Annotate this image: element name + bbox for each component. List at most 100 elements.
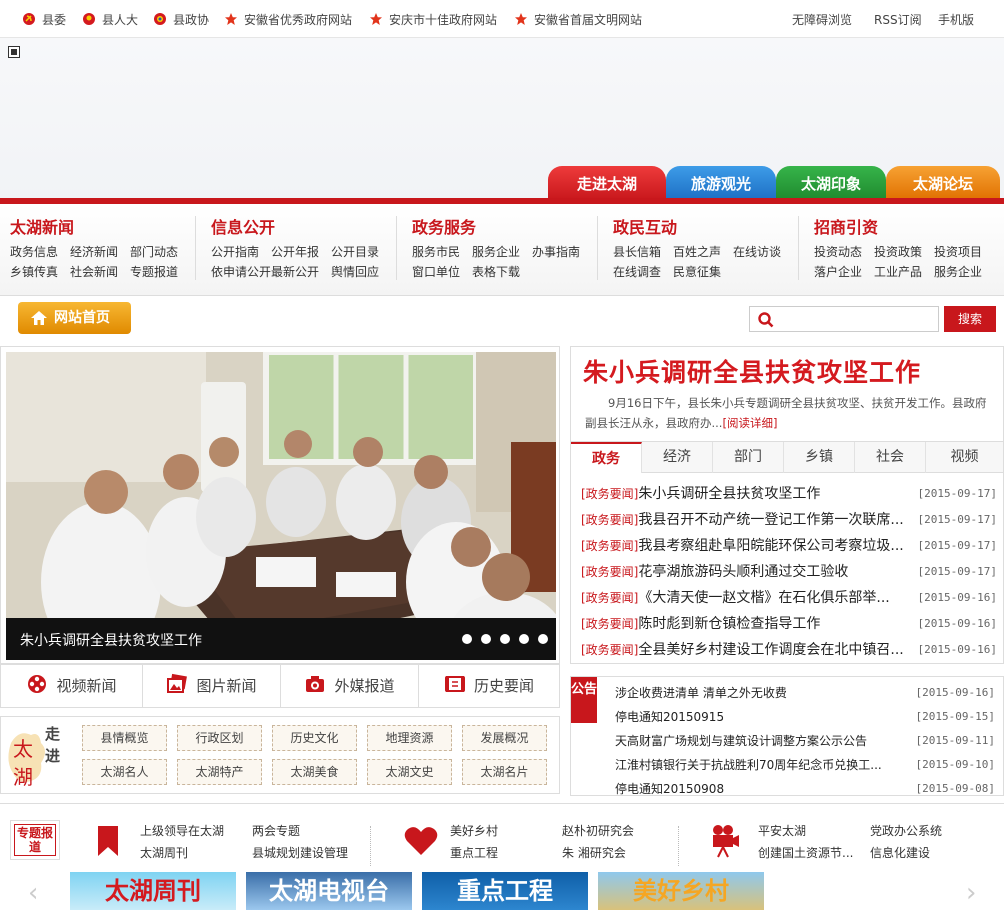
banner-tab-forum[interactable]: 太湖论坛: [886, 166, 1000, 200]
nav-group-title[interactable]: 政务服务: [412, 214, 602, 238]
read-more-link[interactable]: [阅读详细]: [722, 416, 777, 430]
notice-item[interactable]: 江淮村镇银行关于抗战胜利70周年纪念币兑换工... [2015-09-10]: [615, 753, 995, 777]
accessibility-link[interactable]: 无障碍浏览: [792, 11, 852, 28]
photo-caption[interactable]: 朱小兵调研全县扶贫攻坚工作: [20, 630, 202, 650]
news-title[interactable]: 朱小兵调研全县扶贫攻坚工作: [638, 486, 820, 502]
intro-link[interactable]: 太湖名片: [462, 759, 547, 785]
slider-dot[interactable]: [462, 634, 472, 644]
intro-link[interactable]: 行政区划: [177, 725, 262, 751]
special-link[interactable]: 党政办公系统: [870, 822, 942, 839]
special-link[interactable]: 信息化建设: [870, 844, 930, 861]
nav-link[interactable]: 表格下载: [472, 262, 532, 282]
nav-group-title[interactable]: 信息公开: [211, 214, 401, 238]
news-item[interactable]: [政务要闻]朱小兵调研全县扶贫攻坚工作 [2015-09-17]: [581, 481, 997, 507]
nav-link[interactable]: 公开指南: [211, 242, 271, 262]
carousel-prev-arrow[interactable]: ‹: [28, 878, 38, 908]
topbar-link-npc[interactable]: 县人大: [82, 11, 138, 28]
nav-link[interactable]: 在线访谈: [733, 242, 793, 262]
nav-group-title[interactable]: 太湖新闻: [10, 214, 200, 238]
banner-tab-explore[interactable]: 走进太湖: [548, 166, 666, 200]
nav-link[interactable]: 舆情回应: [331, 262, 391, 282]
topbar-link-cppcc[interactable]: 县政协: [153, 11, 209, 28]
nav-link[interactable]: 依申请公开: [211, 262, 271, 282]
slider-dot[interactable]: [500, 634, 510, 644]
nav-link[interactable]: 专题报道: [130, 262, 190, 282]
news-item[interactable]: [政务要闻]我县考察组赴阜阳皖能环保公司考察垃圾... [2015-09-17]: [581, 533, 997, 559]
news-item[interactable]: [政务要闻]我县召开不动产统一登记工作第一次联席... [2015-09-17]: [581, 507, 997, 533]
notice-item[interactable]: 涉企收费进清单 清单之外无收费 [2015-09-16]: [615, 681, 995, 705]
notice-title[interactable]: 停电通知20150915: [615, 710, 724, 724]
intro-link[interactable]: 发展概况: [462, 725, 547, 751]
news-item[interactable]: [政务要闻]《大清天使一赵文楷》在石化俱乐部举... [2015-09-16]: [581, 585, 997, 611]
nav-link[interactable]: 公开目录: [331, 242, 391, 262]
slider-dot[interactable]: [519, 634, 529, 644]
topbar-link-award2[interactable]: 安庆市十佳政府网站: [369, 11, 497, 28]
intro-link[interactable]: 县情概览: [82, 725, 167, 751]
banner-tab-tourism[interactable]: 旅游观光: [666, 166, 776, 200]
special-link[interactable]: 县城规划建设管理: [252, 844, 348, 861]
news-photo[interactable]: [6, 352, 556, 660]
tab-towns[interactable]: 乡镇: [784, 442, 855, 473]
rss-link[interactable]: RSS订阅: [874, 11, 922, 28]
nav-link[interactable]: 民意征集: [673, 262, 733, 282]
topbar-link-award1[interactable]: 安徽省优秀政府网站: [224, 11, 352, 28]
banner-tab-impression[interactable]: 太湖印象: [776, 166, 886, 200]
nav-group-title[interactable]: 招商引资: [814, 214, 1004, 238]
banner-tv[interactable]: 太湖电视台: [246, 872, 412, 910]
tab-video[interactable]: 视频: [926, 442, 1003, 473]
search-input[interactable]: [778, 309, 936, 329]
tab-economy[interactable]: 经济: [642, 442, 713, 473]
foreign-media-button[interactable]: 外媒报道: [281, 665, 419, 707]
banner-beautiful-village[interactable]: 美好乡村: [598, 872, 764, 910]
nav-link[interactable]: 百姓之声: [673, 242, 733, 262]
tab-politics[interactable]: 政务: [571, 442, 642, 473]
nav-link[interactable]: 投资项目: [934, 242, 994, 262]
nav-link[interactable]: 乡镇传真: [10, 262, 70, 282]
notice-title[interactable]: 天高财富广场规划与建筑设计调整方案公示公告: [615, 734, 867, 748]
nav-link[interactable]: 政务信息: [10, 242, 70, 262]
nav-link[interactable]: 投资动态: [814, 242, 874, 262]
nav-link[interactable]: 投资政策: [874, 242, 934, 262]
special-link[interactable]: 美好乡村: [450, 822, 498, 839]
special-link[interactable]: 太湖周刊: [140, 844, 188, 861]
notice-item[interactable]: 停电通知20150908 [2015-09-08]: [615, 777, 995, 795]
news-title[interactable]: 我县考察组赴阜阳皖能环保公司考察垃圾...: [638, 538, 903, 554]
nav-link[interactable]: 在线调查: [613, 262, 673, 282]
notice-title[interactable]: 涉企收费进清单 清单之外无收费: [615, 686, 787, 700]
intro-link[interactable]: 太湖文史: [367, 759, 452, 785]
notice-title[interactable]: 停电通知20150908: [615, 782, 724, 795]
headline-title[interactable]: 朱小兵调研全县扶贫攻坚工作: [583, 353, 921, 389]
mobile-link[interactable]: 手机版: [938, 11, 974, 28]
carousel-next-arrow[interactable]: ›: [966, 878, 976, 908]
photo-news-button[interactable]: 图片新闻: [143, 665, 281, 707]
nav-link[interactable]: 窗口单位: [412, 262, 472, 282]
special-link[interactable]: 上级领导在太湖: [140, 822, 224, 839]
topbar-link-award3[interactable]: 安徽省首届文明网站: [514, 11, 642, 28]
notice-item[interactable]: 停电通知20150915 [2015-09-15]: [615, 705, 995, 729]
news-title[interactable]: 花亭湖旅游码头顺利通过交工验收: [638, 564, 848, 580]
nav-link[interactable]: 服务企业: [934, 262, 994, 282]
video-news-button[interactable]: 视频新闻: [1, 665, 143, 707]
special-link[interactable]: 重点工程: [450, 844, 498, 861]
special-link[interactable]: 两会专题: [252, 822, 300, 839]
nav-link[interactable]: 公开年报: [271, 242, 331, 262]
tab-society[interactable]: 社会: [855, 442, 926, 473]
nav-link[interactable]: 办事指南: [532, 242, 592, 262]
notice-item[interactable]: 天高财富广场规划与建筑设计调整方案公示公告 [2015-09-11]: [615, 729, 995, 753]
intro-link[interactable]: 地理资源: [367, 725, 452, 751]
nav-link[interactable]: 部门动态: [130, 242, 190, 262]
intro-link[interactable]: 太湖特产: [177, 759, 262, 785]
special-link[interactable]: 朱 湘研究会: [562, 844, 626, 861]
news-item[interactable]: [政务要闻]花亭湖旅游码头顺利通过交工验收 [2015-09-17]: [581, 559, 997, 585]
history-news-button[interactable]: 历史要闻: [419, 665, 559, 707]
special-link[interactable]: 创建国土资源节...: [758, 844, 853, 861]
nav-link[interactable]: 服务企业: [472, 242, 532, 262]
nav-group-title[interactable]: 政民互动: [613, 214, 803, 238]
nav-link[interactable]: 落户企业: [814, 262, 874, 282]
banner-key-projects[interactable]: 重点工程: [422, 872, 588, 910]
nav-link[interactable]: 社会新闻: [70, 262, 130, 282]
news-title[interactable]: 全县美好乡村建设工作调度会在北中镇召...: [638, 642, 903, 658]
news-item[interactable]: [政务要闻]陈时彪到新仓镇检查指导工作 [2015-09-16]: [581, 611, 997, 637]
nav-link[interactable]: 经济新闻: [70, 242, 130, 262]
nav-link[interactable]: 最新公开: [271, 262, 331, 282]
